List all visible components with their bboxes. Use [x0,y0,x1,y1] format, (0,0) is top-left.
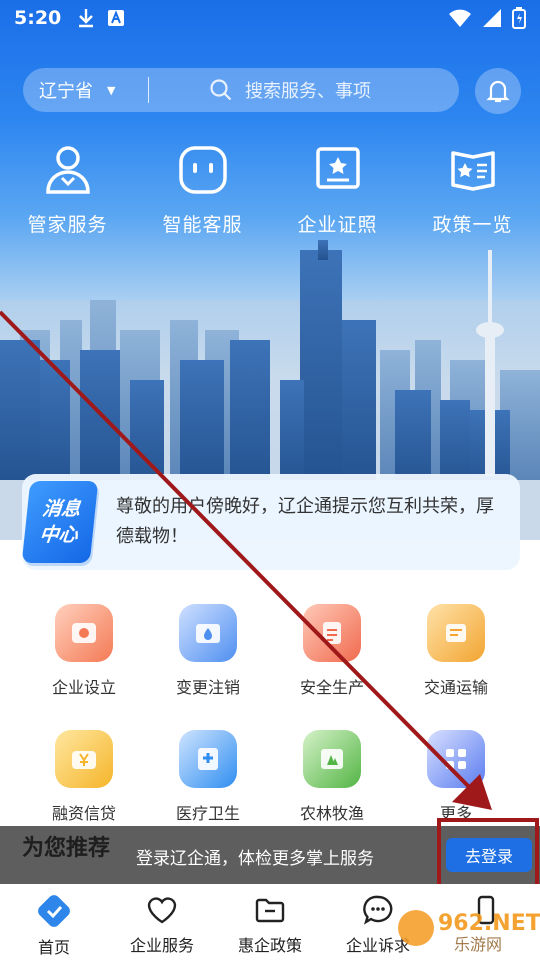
service-item-agriculture[interactable]: 农林牧渔 [270,730,394,824]
service-item-more[interactable]: 更多 [394,730,518,824]
signal-icon [483,9,501,27]
search-input[interactable]: 搜索服务、事项 [149,77,371,103]
service-label: 农林牧渔 [299,804,364,823]
service-label: 交通运输 [423,678,488,697]
more-grid-icon [427,730,485,788]
service-grid: 企业设立 变更注销 安全生产 交通运输 融资信贷 医疗卫生 农林牧渔 更多 [22,604,518,824]
license-icon [310,142,366,198]
battery-icon [512,7,526,29]
quick-item-label: 政策一览 [432,214,513,236]
tree-icon [303,730,361,788]
svg-text:962.NET: 962.NET [438,911,540,936]
nav-label: 企业服务 [129,936,194,955]
caret-down-icon: ▼ [107,83,116,97]
service-label: 医疗卫生 [175,804,240,823]
badge-line: 中心 [38,524,79,546]
service-label: 企业设立 [51,678,116,697]
quick-item-steward[interactable]: 管家服务 [0,142,135,237]
province-selector[interactable]: 辽宁省 ▼ [23,77,148,103]
recommend-title: 为您推荐 [22,836,111,861]
wallet-icon [55,604,113,662]
nav-home[interactable]: 首页 [0,884,108,960]
service-item-transport[interactable]: 交通运输 [394,604,518,698]
transport-icon [427,604,485,662]
quick-item-label: 智能客服 [162,214,243,236]
bell-icon [486,80,510,103]
badge-line: 消息 [41,498,82,520]
search-bar[interactable]: 辽宁省 ▼ 搜索服务、事项 [23,68,459,112]
quick-item-license[interactable]: 企业证照 [270,142,405,237]
safety-clipboard-icon [303,604,361,662]
quick-item-label: 管家服务 [27,214,108,236]
service-item-finance[interactable]: 融资信贷 [22,730,146,824]
user-badge-icon [40,142,96,198]
yen-wallet-icon [55,730,113,788]
svg-text:乐游网: 乐游网 [454,935,502,954]
service-item-change[interactable]: 变更注销 [146,604,270,698]
service-label: 安全生产 [299,678,364,697]
login-prompt-text: 登录辽企通，体检更多掌上服务 [136,849,374,869]
search-placeholder: 搜索服务、事项 [245,81,371,102]
download-icon [79,9,94,28]
notification-button[interactable] [475,68,521,114]
wifi-icon [449,9,471,27]
nav-label: 首页 [37,938,70,957]
folder-icon [255,898,285,923]
province-label: 辽宁省 [39,81,93,102]
quick-item-policy[interactable]: 政策一览 [405,142,540,237]
home-icon [38,895,70,927]
search-icon [210,79,232,101]
message-center-card[interactable]: 消息 中心 尊敬的用户傍晚好，辽企通提示您互利共荣，厚德载物！ [21,474,520,570]
login-highlight-frame [437,818,539,890]
drop-folder-icon [179,604,237,662]
nav-policy[interactable]: 惠企政策 [216,884,324,960]
service-label: 变更注销 [175,678,240,697]
chat-icon [363,895,393,925]
quick-access-row: 管家服务 智能客服 企业证照 政策一览 [0,142,540,237]
policy-book-icon [445,142,501,198]
message-center-badge: 消息 中心 [21,481,99,563]
medical-cross-icon [179,730,237,788]
service-item-establish[interactable]: 企业设立 [22,604,146,698]
service-label: 融资信贷 [51,804,116,823]
message-text: 尊敬的用户傍晚好，辽企通提示您互利共荣，厚德载物！ [116,496,494,547]
quick-item-ai-service[interactable]: 智能客服 [135,142,270,237]
status-time: 5:20 [14,7,62,29]
nav-enterprise-service[interactable]: 企业服务 [108,884,216,960]
nav-label: 惠企政策 [237,936,302,955]
heart-icon [147,897,177,924]
watermark-logo: 962.NET 乐游网 [398,910,540,954]
service-item-safety[interactable]: 安全生产 [270,604,394,698]
robot-face-icon [175,142,231,198]
status-bar: 5:20 [0,0,540,36]
app-notification-icon [108,10,125,26]
service-item-medical[interactable]: 医疗卫生 [146,730,270,824]
quick-item-label: 企业证照 [297,214,378,236]
